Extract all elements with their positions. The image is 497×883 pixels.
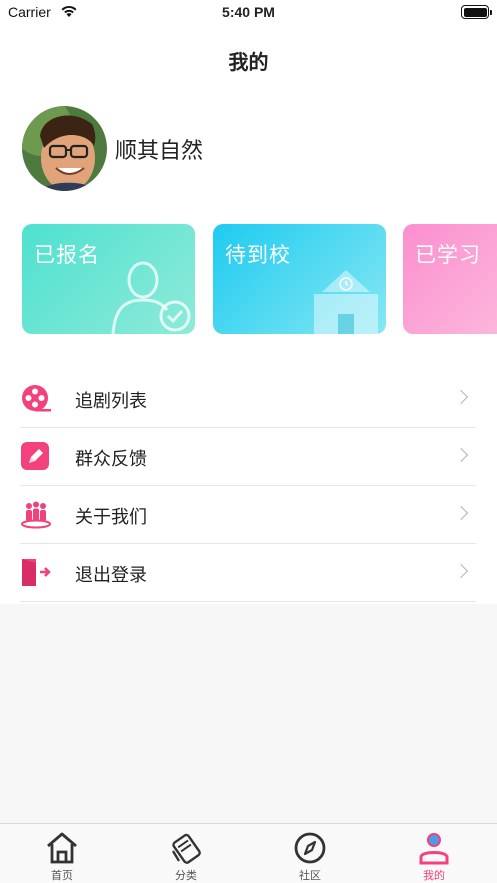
menu-item-watchlist-label: 追剧列表: [75, 391, 147, 412]
compass-icon: [294, 832, 326, 864]
profile-panel: 我的 顺其自然 已报名 待到校 已学习 追剧列表 群众反馈 关于我们 退出登录: [0, 26, 497, 604]
avatar[interactable]: [22, 106, 107, 191]
card-studied-label: 已学习: [415, 243, 481, 267]
bottom-tab-bar: 首页 分类 社区 我的: [0, 823, 497, 883]
username: 顺其自然: [115, 138, 204, 164]
chevron-right-icon: [453, 505, 469, 521]
menu-item-logout[interactable]: 退出登录: [20, 544, 476, 602]
card-studied[interactable]: 已学习: [403, 224, 497, 334]
tab-home-label: 首页: [51, 869, 73, 882]
person-icon: [419, 833, 449, 865]
status-cards: 已报名 待到校 已学习: [22, 224, 497, 336]
menu-item-about[interactable]: 关于我们: [20, 486, 476, 544]
film-reel-icon: [22, 385, 51, 412]
battery-icon: [461, 5, 492, 19]
school-building-icon: [314, 270, 378, 334]
card-registered[interactable]: 已报名: [22, 224, 195, 334]
status-bar: Carrier 5:40 PM: [0, 0, 497, 26]
tab-community[interactable]: 社区: [248, 824, 372, 883]
tab-home[interactable]: 首页: [0, 824, 124, 883]
chevron-right-icon: [453, 563, 469, 579]
menu-item-feedback[interactable]: 群众反馈: [20, 428, 476, 486]
menu-item-feedback-label: 群众反馈: [75, 449, 147, 470]
people-group-icon: [21, 501, 51, 529]
home-icon: [47, 832, 77, 864]
settings-menu: 追剧列表 群众反馈 关于我们 退出登录: [20, 370, 476, 602]
logout-door-icon: [22, 559, 51, 586]
tab-mine-label: 我的: [423, 869, 445, 882]
tab-category-label: 分类: [175, 869, 197, 882]
page-title: 我的: [228, 50, 269, 74]
profile-header[interactable]: 顺其自然: [22, 106, 203, 191]
tags-icon: [171, 833, 201, 864]
card-pending-arrival-label: 待到校: [225, 243, 291, 267]
card-pending-arrival[interactable]: 待到校: [213, 224, 386, 334]
chevron-right-icon: [453, 389, 469, 405]
menu-item-about-label: 关于我们: [75, 507, 147, 528]
menu-item-logout-label: 退出登录: [75, 565, 147, 586]
tab-community-label: 社区: [299, 869, 321, 882]
tab-category[interactable]: 分类: [124, 824, 248, 883]
chevron-right-icon: [453, 447, 469, 463]
pencil-icon: [21, 442, 49, 470]
status-time: 5:40 PM: [222, 4, 275, 20]
tab-mine[interactable]: 我的: [372, 824, 496, 883]
card-registered-label: 已报名: [34, 243, 100, 267]
menu-item-watchlist[interactable]: 追剧列表: [20, 370, 476, 428]
user-check-icon: [111, 261, 191, 334]
